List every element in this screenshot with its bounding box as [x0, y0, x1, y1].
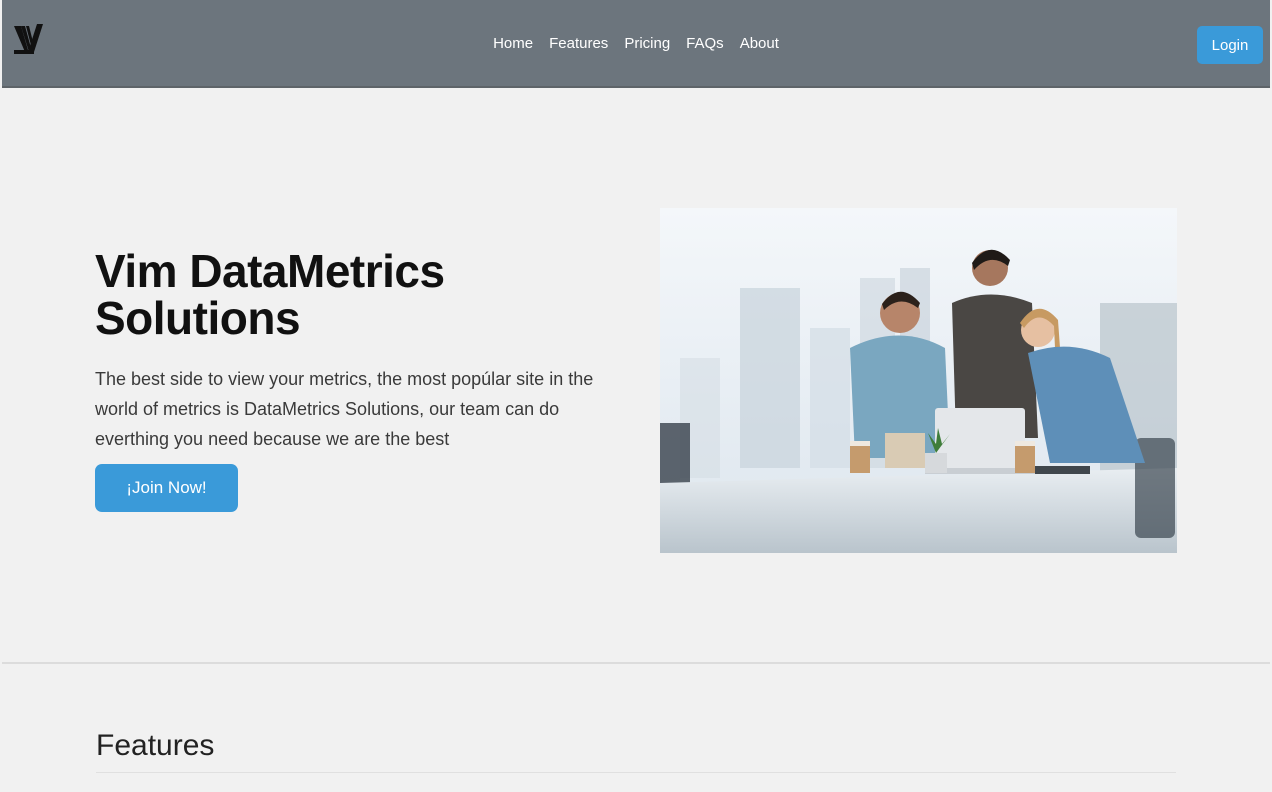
- hero-title: Vim DataMetrics Solutions: [95, 245, 445, 344]
- features-heading: Features: [96, 729, 215, 762]
- join-now-button[interactable]: ¡Join Now!: [95, 464, 238, 512]
- page: Home Features Pricing FAQs About Login V…: [0, 0, 1272, 792]
- team-meeting-photo: [660, 208, 1177, 553]
- team-meeting-illustration: [660, 208, 1177, 553]
- nav-link-about[interactable]: About: [740, 34, 779, 54]
- login-button[interactable]: Login: [1197, 26, 1263, 64]
- nav-link-pricing[interactable]: Pricing: [624, 34, 670, 54]
- nav-link-features[interactable]: Features: [549, 34, 608, 54]
- main-nav: Home Features Pricing FAQs About: [2, 34, 1270, 54]
- features-rule: [96, 772, 1176, 773]
- nav-link-home[interactable]: Home: [493, 34, 533, 54]
- navbar: Home Features Pricing FAQs About Login: [2, 0, 1270, 88]
- nav-link-faqs[interactable]: FAQs: [686, 34, 724, 54]
- section-divider: [2, 662, 1270, 664]
- hero-description: The best side to view your metrics, the …: [95, 369, 594, 449]
